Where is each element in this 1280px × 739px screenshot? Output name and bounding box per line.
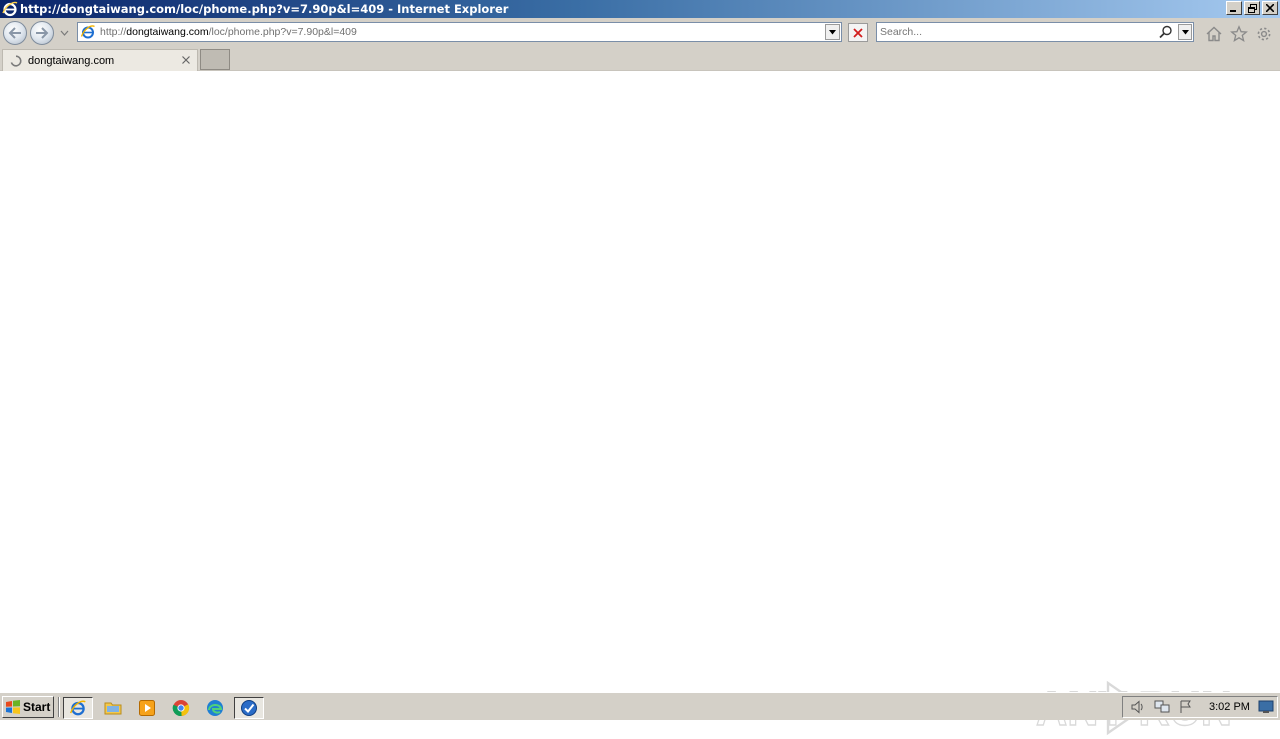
internet-explorer-icon (69, 700, 86, 716)
tab-title: dongtaiwang.com (28, 54, 115, 67)
navigation-bar: http://dongtaiwang.com/loc/phome.php?v=7… (0, 18, 1280, 47)
taskbar-clock[interactable]: 3:02 PM (1209, 701, 1250, 713)
folder-icon (104, 702, 122, 715)
forward-button[interactable] (30, 21, 54, 45)
windows-logo-icon (6, 700, 20, 714)
gear-icon[interactable] (1255, 25, 1273, 43)
url-domain: dongtaiwang.com (126, 26, 209, 38)
tab-row: dongtaiwang.com (0, 47, 1280, 71)
url-path: /loc/phome.php?v=7.90p&l=409 (208, 26, 357, 38)
chrome-icon (172, 700, 190, 717)
taskbar-explorer-button[interactable] (98, 697, 128, 719)
media-player-icon (139, 700, 155, 716)
url-prefix: http:// (100, 26, 127, 38)
search-icon[interactable] (1158, 24, 1174, 40)
network-icon[interactable] (1153, 699, 1171, 715)
favorites-star-icon[interactable] (1230, 25, 1248, 43)
taskbar-chrome-button[interactable] (166, 697, 196, 719)
taskbar: Start 3:02 PM (0, 692, 1280, 720)
anyrun-agent-icon (241, 700, 257, 716)
taskbar-mediaplayer-button[interactable] (132, 697, 162, 719)
home-icon[interactable] (1205, 25, 1223, 43)
close-icon (1266, 4, 1274, 12)
close-button[interactable] (1262, 1, 1278, 15)
chevron-down-icon (1181, 29, 1189, 34)
window-titlebar: http://dongtaiwang.com/loc/phome.php?v=7… (0, 0, 1280, 18)
taskbar-edge-button[interactable] (200, 697, 230, 719)
window-title: http://dongtaiwang.com/loc/phome.php?v=7… (20, 2, 509, 16)
arrow-right-icon (36, 27, 49, 39)
close-icon (182, 56, 190, 64)
search-input[interactable] (880, 25, 1150, 39)
edge-icon (207, 700, 223, 716)
restore-icon (1247, 3, 1257, 13)
minimize-button[interactable] (1226, 1, 1242, 15)
stop-x-icon (853, 27, 863, 38)
ie-page-icon (80, 25, 95, 39)
show-desktop-icon[interactable] (1258, 700, 1274, 714)
taskbar-ie-button[interactable] (63, 697, 93, 719)
arrow-left-icon (8, 27, 21, 39)
start-button[interactable]: Start (2, 696, 54, 718)
system-tray: 3:02 PM (1122, 696, 1278, 718)
history-dropdown-icon[interactable] (60, 29, 69, 37)
search-box[interactable] (876, 22, 1194, 42)
tab-dongtaiwang[interactable]: dongtaiwang.com (2, 49, 198, 71)
action-center-flag-icon[interactable] (1177, 699, 1195, 715)
back-button[interactable] (3, 21, 27, 45)
taskbar-anyrun-button[interactable] (234, 697, 264, 719)
address-bar[interactable]: http://dongtaiwang.com/loc/phome.php?v=7… (77, 22, 842, 42)
minimize-icon (1230, 10, 1236, 12)
stop-button[interactable] (848, 23, 868, 42)
address-dropdown-button[interactable] (825, 24, 840, 40)
taskbar-separator (58, 697, 60, 717)
ie-logo-icon (2, 1, 18, 17)
start-label: Start (23, 700, 51, 714)
restore-button[interactable] (1244, 1, 1260, 15)
new-tab-button[interactable] (200, 49, 230, 70)
search-dropdown-button[interactable] (1178, 24, 1192, 40)
tab-close-button[interactable] (180, 54, 192, 66)
chevron-down-icon (829, 29, 836, 34)
loading-spinner-icon (10, 54, 22, 67)
url-text[interactable]: http://dongtaiwang.com/loc/phome.php?v=7… (100, 26, 357, 38)
volume-icon[interactable] (1129, 699, 1147, 715)
page-content[interactable]: ANY RUN (0, 71, 1280, 737)
